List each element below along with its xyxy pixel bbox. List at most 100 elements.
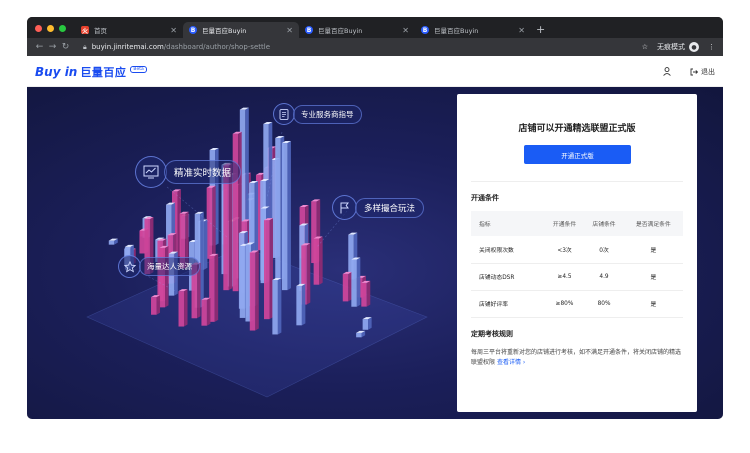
table-cell: 80% [584,290,624,318]
screen: 火 首页 ✕ B 巨量百应Buyin ✕ B 巨量百应Buyin ✕ B 巨量百… [0,0,750,453]
browser-window: 火 首页 ✕ B 巨量百应Buyin ✕ B 巨量百应Buyin ✕ B 巨量百… [27,17,723,419]
url-host: buyin.jinritemai.com [91,43,164,51]
divider [471,181,683,182]
table-header-cell: 开通条件 [544,211,585,236]
table-cell: 是 [623,290,683,318]
table-cell: ≥80% [544,290,585,318]
close-icon[interactable]: ✕ [402,26,409,35]
address-bar[interactable]: 🔒︎ buyin.jinritemai.com /dashboard/autho… [83,40,603,54]
city-bar [209,253,219,322]
city-bar [342,271,352,302]
city-bar [108,238,118,245]
feature-matchmaking-modes: 多样撮合玩法 [332,195,425,220]
buyin-logo[interactable]: Buy in 巨量百应 Beta [35,64,147,80]
table-cell: 关闭权限次数 [471,236,545,264]
web-page: Buy in 巨量百应 Beta 退出 专业服务商指导 精准实时数据 多样撮合玩… [27,56,723,419]
close-icon[interactable]: ✕ [286,26,293,35]
city-bar [151,295,161,315]
table-cell: 是 [623,236,683,264]
back-icon[interactable]: ← [33,42,46,52]
tab-buyin-3[interactable]: B 巨量百应Buyin ✕ [415,22,531,38]
feature-label: 精准实时数据 [164,160,242,184]
incognito-icon: ● [689,42,699,52]
new-tab-button[interactable]: + [536,23,545,36]
feature-label: 专业服务商指导 [293,104,362,124]
city-bar [281,141,291,291]
toolbar-right: ☆ 无痕模式 ● ⋮ [642,38,715,56]
city-bar [361,280,371,307]
conditions-title: 开通条件 [471,194,499,202]
tab-buyin-active[interactable]: B 巨量百应Buyin ✕ [183,22,299,38]
table-header-cell: 指标 [471,211,545,236]
conditions-table: 指标 开通条件 店铺条件 是否满足条件 关闭权限次数 <3次 0次 是 店铺动态… [471,211,683,318]
bookmark-star-icon[interactable]: ☆ [642,43,648,51]
city-bar [351,257,361,307]
window-controls [35,25,66,32]
table-row: 关闭权限次数 <3次 0次 是 [471,236,683,264]
table-cell: 4.9 [584,263,624,291]
feature-service-guidance: 专业服务商指导 [273,103,362,125]
table-cell: ≥4.5 [544,263,585,291]
user-icon[interactable] [663,67,671,78]
table-cell: <3次 [544,236,585,264]
view-details-label: 查看详情 [496,359,521,366]
table-row: 店铺动态DSR ≥4.5 4.9 是 [471,263,683,291]
feature-realtime-data: 精准实时数据 [135,156,242,188]
table-row: 店铺好评率 ≥80% 80% 是 [471,290,683,318]
maximize-window-button[interactable] [59,25,66,32]
table-cell: 店铺好评率 [471,290,545,318]
close-icon[interactable]: ✕ [518,26,525,35]
table-cell: 0次 [584,236,624,264]
city-bar [313,236,323,285]
tab-home[interactable]: 火 首页 ✕ [75,22,183,38]
open-official-version-button[interactable]: 开通正式版 [524,145,631,164]
forward-icon[interactable]: → [46,42,59,52]
tab-title: 首页 [94,27,107,35]
site-header: Buy in 巨量百应 Beta 退出 [27,56,723,87]
feature-label: 多样撮合玩法 [355,197,425,218]
lock-icon: 🔒︎ [83,42,87,51]
table-header-cell: 店铺条件 [584,211,624,236]
tab-title: 巨量百应Buyin [202,27,247,35]
reload-icon[interactable]: ↻ [59,42,72,52]
rules-description: 每周三平台将重新对您的店铺进行考核，如不满足开通条件，将关闭店铺的精选联盟权限 … [471,348,683,368]
buyin-icon: B [305,26,313,34]
tab-title: 巨量百应Buyin [318,27,363,35]
city-bar-illustration [86,107,428,398]
logo-text-cn: 巨量百应 [80,66,127,79]
close-icon[interactable]: ✕ [170,26,177,35]
menu-kebab-icon[interactable]: ⋮ [708,43,715,51]
city-bar [201,297,211,326]
flag-icon [332,195,357,220]
buyin-icon: B [189,26,197,34]
city-bar [272,277,282,335]
close-window-button[interactable] [35,25,42,32]
minimize-window-button[interactable] [47,25,54,32]
city-bar [296,283,306,326]
logout-icon [690,68,698,76]
logout-button[interactable]: 退出 [690,67,715,77]
chevron-right-icon: › [522,359,526,366]
city-bar [178,289,188,327]
tab-title: 巨量百应Buyin [434,27,479,35]
city-bar [206,185,216,259]
rules-title: 定期考核规则 [471,330,513,338]
douyin-home-icon: 火 [81,26,89,35]
browser-toolbar: ← → ↻ 🔒︎ buyin.jinritemai.com /dashboard… [27,38,723,56]
incognito-label: 无痕模式 [657,43,685,51]
view-details-link[interactable]: 查看详情 › [497,359,525,366]
table-cell: 是 [623,263,683,291]
tab-buyin-2[interactable]: B 巨量百应Buyin ✕ [299,22,415,38]
chart-icon [135,156,167,188]
table-cell: 店铺动态DSR [471,263,545,291]
star-icon [118,255,141,278]
incognito-badge[interactable]: 无痕模式 ● [657,42,699,52]
table-header-cell: 是否满足条件 [623,211,683,236]
settle-card: 店铺可以开通精选联盟正式版 开通正式版 开通条件 指标 开通条件 店铺条件 是否… [457,94,697,412]
tab-strip: 火 首页 ✕ B 巨量百应Buyin ✕ B 巨量百应Buyin ✕ B 巨量百… [27,17,723,38]
logo-text-en: Buy in [35,65,78,79]
city-bar [362,317,372,330]
url-path: /dashboard/author/shop-settle [163,43,270,51]
city-bar [264,218,274,320]
buyin-icon: B [421,26,429,34]
